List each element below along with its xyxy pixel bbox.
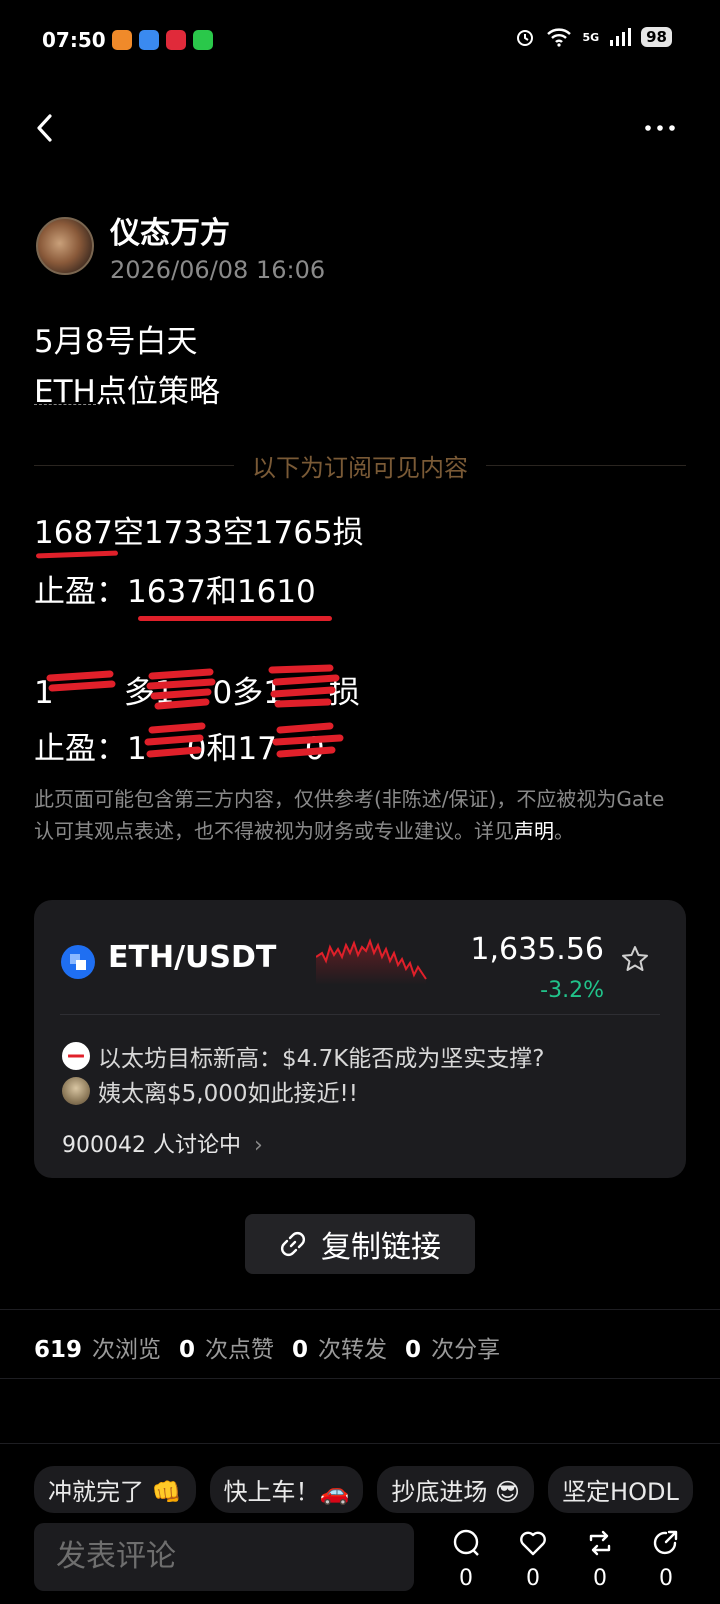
discussion-count: 900042 人讨论中 — [62, 1133, 241, 1158]
status-indicators: 5G 98 — [514, 26, 672, 48]
quick-reply-chip[interactable]: 抄底进场 😎 — [377, 1466, 535, 1513]
post-timestamp: 2026/06/08 16:06 — [110, 256, 326, 284]
divider — [0, 1378, 720, 1379]
share-icon — [653, 1530, 678, 1555]
app-icon-green — [193, 30, 213, 50]
ticker-price: 1,635.56 — [470, 932, 604, 967]
ticker-change: -3.2% — [540, 978, 604, 1003]
discussion-count-link[interactable]: 900042 人讨论中 › — [62, 1127, 263, 1159]
disclaimer-link[interactable]: 声明 — [514, 819, 554, 843]
shares-label: 次分享 — [431, 1337, 501, 1363]
strategy-short-tp: 止盈：1637和1610 — [34, 574, 316, 610]
quick-reply-chip[interactable]: 快上车！🚗 — [209, 1466, 364, 1513]
divider — [0, 1309, 720, 1310]
quick-reply-chip[interactable]: 冲就完了 👊 — [34, 1466, 196, 1513]
status-time: 07:50 — [42, 28, 106, 52]
comment-icon — [453, 1529, 479, 1556]
copy-link-button[interactable]: 复制链接 — [245, 1214, 475, 1274]
red-scribble-redaction — [46, 664, 344, 758]
back-chevron-icon[interactable] — [30, 108, 64, 148]
news-title: 姨太离$5,000如此接近!! — [98, 1081, 358, 1107]
author-name[interactable]: 仪态万方 — [110, 208, 230, 252]
favorite-star-icon[interactable] — [620, 944, 650, 974]
repost-action[interactable]: 0 — [580, 1528, 620, 1591]
battery-indicator: 98 — [641, 27, 672, 47]
likes-count: 0 — [179, 1337, 196, 1363]
shares-count: 0 — [405, 1337, 422, 1363]
sparkline-chart — [316, 938, 427, 985]
news-source-icon — [62, 1042, 90, 1070]
disclaimer-end: 。 — [554, 819, 574, 843]
red-underline-2 — [138, 616, 332, 621]
news-item[interactable]: 以太坊目标新高：$4.7K能否成为坚实支撑? — [62, 1039, 545, 1073]
ticker-pair[interactable]: ETH/USDT — [108, 940, 276, 975]
wifi-icon — [547, 28, 572, 47]
comment-action[interactable]: 0 — [446, 1528, 486, 1591]
subscriber-divider: 以下为订阅可见内容 — [34, 447, 686, 483]
likes-label: 次点赞 — [205, 1337, 275, 1363]
views-label: 次浏览 — [92, 1337, 162, 1363]
share-action[interactable]: 0 — [646, 1528, 686, 1591]
link-icon — [281, 1232, 305, 1256]
eth-logo-icon — [61, 945, 95, 979]
like-count: 0 — [526, 1566, 540, 1591]
notification-icons — [112, 30, 213, 50]
network-label: 5G — [582, 30, 600, 44]
news-item[interactable]: 姨太离$5,000如此接近!! — [62, 1074, 358, 1108]
more-options-icon[interactable] — [640, 108, 680, 148]
quick-reply-chips: 冲就完了 👊 快上车！🚗 抄底进场 😎 坚定HODL — [34, 1466, 693, 1513]
post-line-1: 5月8号白天 — [34, 324, 198, 360]
news-avatar-icon — [62, 1077, 90, 1105]
repost-count: 0 — [593, 1566, 607, 1591]
copy-link-label: 复制链接 — [321, 1230, 441, 1265]
quick-reply-chip[interactable]: 坚定HODL — [548, 1466, 693, 1513]
divider — [0, 1443, 720, 1444]
share-count: 0 — [659, 1566, 673, 1591]
author-avatar[interactable] — [36, 217, 94, 275]
alarm-icon — [517, 30, 534, 46]
repost-icon — [589, 1530, 611, 1556]
post-stats: 619 次浏览 0 次点赞 0 次转发 0 次分享 — [34, 1330, 508, 1364]
app-icon-red — [166, 30, 186, 50]
disclaimer: 此页面可能包含第三方内容，仅供参考(非陈述/保证)，不应被视为Gate认可其观点… — [34, 783, 682, 847]
comment-count: 0 — [459, 1566, 473, 1591]
app-icon-orange — [112, 30, 132, 50]
news-title: 以太坊目标新高：$4.7K能否成为坚实支撑? — [98, 1046, 545, 1072]
heart-icon — [520, 1531, 546, 1556]
chevron-right-icon: › — [253, 1133, 263, 1158]
reposts-label: 次转发 — [318, 1337, 388, 1363]
reposts-count: 0 — [292, 1337, 309, 1363]
eth-tag-underline — [34, 404, 96, 405]
signal-icon — [610, 28, 632, 46]
like-action[interactable]: 0 — [513, 1528, 553, 1591]
strategy-short-line: 1687空1733空1765损 — [34, 515, 364, 551]
subscriber-divider-label: 以下为订阅可见内容 — [252, 453, 468, 482]
app-icon-blue — [139, 30, 159, 50]
comment-input[interactable]: 发表评论 — [34, 1523, 414, 1591]
views-count: 619 — [34, 1337, 83, 1363]
card-separator — [60, 1014, 660, 1015]
